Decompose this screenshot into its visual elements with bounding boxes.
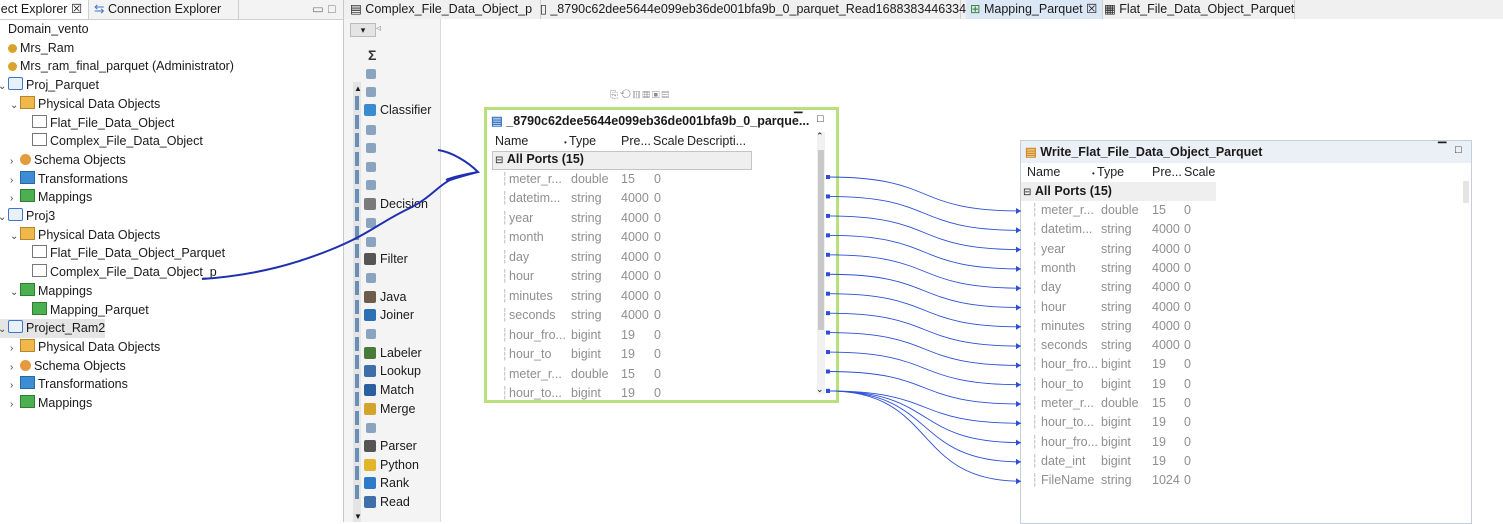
link-layer bbox=[201, 149, 1022, 485]
port-link[interactable] bbox=[827, 176, 1022, 212]
input-port-arrow bbox=[1016, 420, 1021, 427]
input-port-arrow bbox=[1016, 265, 1021, 272]
hand-drawn-arrow bbox=[201, 149, 481, 280]
input-port-arrow bbox=[1016, 227, 1021, 234]
input-port-arrow bbox=[1016, 208, 1021, 214]
port-link[interactable] bbox=[827, 351, 1022, 386]
output-port-handle[interactable] bbox=[826, 194, 830, 199]
output-port-handle[interactable] bbox=[826, 311, 830, 316]
port-link[interactable] bbox=[827, 215, 1022, 251]
input-port-arrow bbox=[1016, 246, 1021, 253]
input-port-arrow bbox=[1016, 439, 1021, 446]
port-link[interactable] bbox=[827, 273, 1022, 308]
input-port-arrow bbox=[1016, 343, 1021, 350]
input-port-arrow bbox=[1016, 304, 1021, 311]
input-port-arrow bbox=[1016, 362, 1021, 369]
port-link[interactable] bbox=[827, 390, 1022, 463]
output-port-handle[interactable] bbox=[826, 233, 830, 238]
input-port-arrow bbox=[1016, 285, 1021, 292]
port-link[interactable] bbox=[827, 312, 1022, 347]
output-port-handle[interactable] bbox=[826, 272, 830, 277]
input-port-arrow bbox=[1016, 458, 1021, 465]
port-link[interactable] bbox=[827, 332, 1022, 366]
input-port-arrow bbox=[1016, 478, 1021, 485]
output-port-handle[interactable] bbox=[826, 175, 830, 179]
output-port-handle[interactable] bbox=[826, 213, 830, 218]
port-link[interactable] bbox=[827, 254, 1022, 289]
input-port-arrow bbox=[1016, 381, 1021, 388]
output-port-handle[interactable] bbox=[826, 291, 830, 296]
port-link[interactable] bbox=[827, 371, 1022, 405]
port-link[interactable] bbox=[827, 234, 1022, 270]
port-link[interactable] bbox=[827, 390, 1022, 482]
output-port-handle[interactable] bbox=[826, 330, 830, 335]
input-port-arrow bbox=[1016, 401, 1021, 407]
output-port-handle[interactable] bbox=[826, 388, 830, 393]
port-link[interactable] bbox=[827, 293, 1022, 328]
port-link[interactable] bbox=[827, 390, 1022, 424]
output-port-handle[interactable] bbox=[826, 369, 830, 374]
port-link[interactable] bbox=[827, 196, 1022, 231]
port-link[interactable] bbox=[827, 390, 1022, 444]
input-port-arrow bbox=[1016, 323, 1021, 330]
output-port-handle[interactable] bbox=[826, 252, 830, 257]
output-port-handle[interactable] bbox=[826, 350, 830, 355]
